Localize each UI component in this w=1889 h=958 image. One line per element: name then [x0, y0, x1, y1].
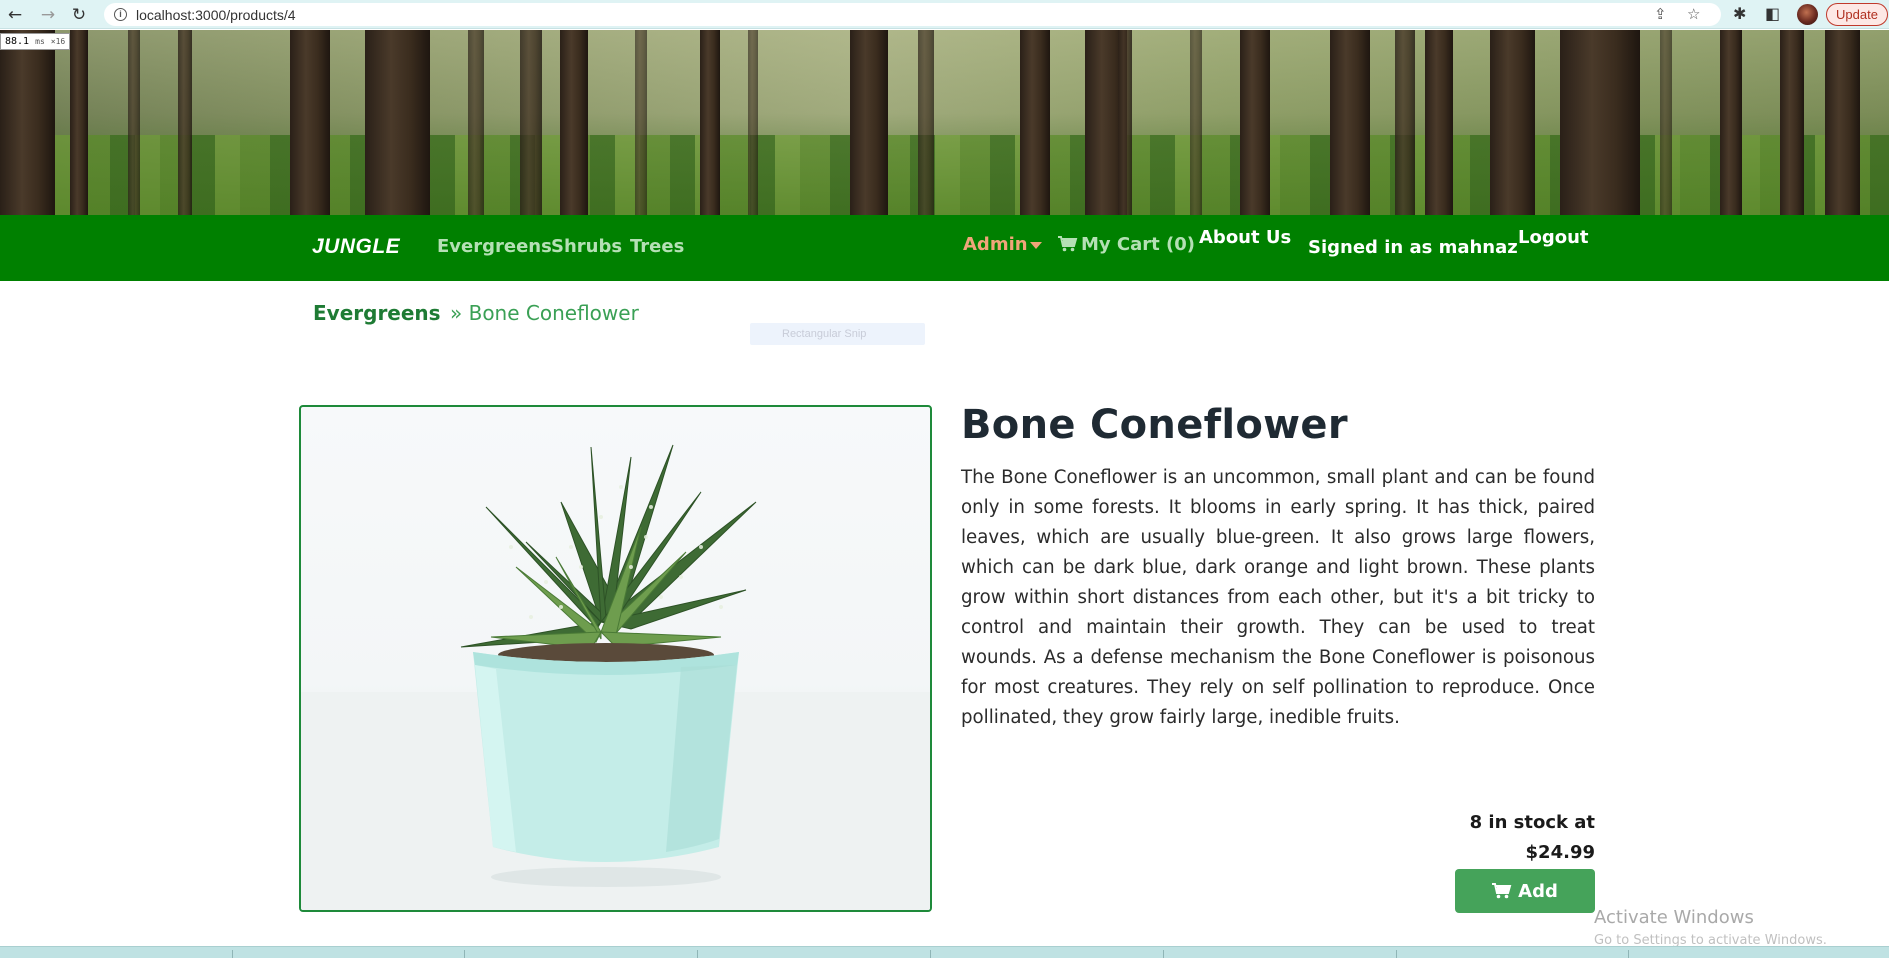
succulent-plant-image	[301, 444, 930, 910]
perf-value: 88.1	[5, 36, 30, 47]
caret-down-icon[interactable]	[1030, 242, 1042, 249]
main-navbar: JUNGLE Evergreens Shrubs Trees Admin My …	[0, 215, 1889, 281]
cart-icon	[1492, 883, 1512, 899]
perf-extra: ×16	[50, 37, 66, 46]
forward-icon[interactable]: →	[37, 4, 59, 26]
banner-trunk	[1190, 30, 1202, 215]
share-icon[interactable]: ⇪	[1654, 5, 1667, 23]
banner-trunk	[70, 30, 88, 215]
banner-trunk	[1720, 30, 1742, 215]
nav-link-shrubs[interactable]: Shrubs	[551, 236, 622, 257]
banner-trunk	[1118, 30, 1132, 215]
product-price: $24.99	[1525, 842, 1595, 863]
banner-trunk	[850, 30, 888, 215]
snip-tool-ghost: Rectangular Snip	[750, 323, 925, 345]
strip-divider	[1396, 950, 1397, 958]
banner-trunk	[700, 30, 720, 215]
strip-divider	[697, 950, 698, 958]
strip-divider	[930, 950, 931, 958]
product-title: Bone Coneflower	[961, 402, 1348, 448]
cart-icon[interactable]	[1058, 236, 1078, 252]
side-panel-icon[interactable]: ◧	[1765, 4, 1780, 23]
banner-trunk	[365, 30, 430, 215]
banner-trunk	[1020, 30, 1050, 215]
strip-divider	[464, 950, 465, 958]
brand-logo[interactable]: JUNGLE	[312, 235, 400, 259]
banner-trunk	[1825, 30, 1860, 215]
banner-trunk	[1490, 30, 1535, 215]
about-us-link[interactable]: About Us	[1199, 227, 1291, 248]
stock-count: 8 in stock at	[1469, 812, 1595, 833]
banner-trunk	[560, 30, 588, 215]
back-icon[interactable]: ←	[4, 4, 26, 26]
banner-trunk	[290, 30, 330, 215]
extensions-puzzle-icon[interactable]: ✱	[1733, 4, 1746, 23]
breadcrumb-category-link[interactable]: Evergreens	[313, 301, 441, 325]
banner-trunk	[1780, 30, 1804, 215]
nav-link-evergreens[interactable]: Evergreens	[437, 236, 552, 257]
banner-trunk	[520, 30, 542, 215]
banner-trunk	[0, 30, 55, 215]
address-bar[interactable]: i localhost:3000/products/4 ⇪ ☆	[104, 3, 1721, 26]
bottom-strip	[0, 946, 1889, 958]
perf-unit: ms	[35, 37, 45, 46]
nav-link-trees[interactable]: Trees	[630, 236, 684, 257]
reload-icon[interactable]: ↻	[68, 4, 90, 26]
admin-dropdown[interactable]: Admin	[963, 234, 1028, 255]
banner-trunk	[128, 30, 140, 215]
profile-avatar[interactable]	[1797, 4, 1818, 25]
product-description: The Bone Coneflower is an uncommon, smal…	[961, 467, 1595, 728]
hero-banner-image	[0, 30, 1889, 215]
windows-watermark-title: Activate Windows	[1594, 907, 1754, 928]
banner-trunk	[918, 30, 934, 215]
strip-divider	[1628, 950, 1629, 958]
banner-trunk	[635, 30, 647, 215]
add-button-label: Add	[1518, 880, 1558, 902]
site-info-icon[interactable]: i	[114, 8, 127, 21]
browser-update-button[interactable]: Update	[1826, 3, 1888, 26]
my-cart-link[interactable]: My Cart (0)	[1081, 234, 1195, 255]
strip-divider	[1163, 950, 1164, 958]
banner-trunk	[748, 30, 758, 215]
logout-link[interactable]: Logout	[1518, 227, 1589, 248]
strip-divider	[232, 950, 233, 958]
banner-trunk	[1240, 30, 1270, 215]
product-image	[299, 405, 932, 912]
signed-in-user: Signed in as mahnaz	[1308, 237, 1518, 258]
add-to-cart-button[interactable]: Add	[1455, 869, 1595, 913]
bookmark-star-icon[interactable]: ☆	[1687, 5, 1700, 23]
breadcrumb-current: » Bone Coneflower	[450, 301, 639, 325]
perf-overlay: 88.1 ms ×16	[0, 33, 71, 50]
banner-trunk	[178, 30, 192, 215]
banner-trunk	[1330, 30, 1370, 215]
url-text[interactable]: localhost:3000/products/4	[136, 7, 296, 23]
banner-trunk	[1560, 30, 1640, 215]
banner-trunk	[1425, 30, 1453, 215]
banner-trunk	[1395, 30, 1415, 215]
banner-trunk	[468, 30, 484, 215]
browser-toolbar: ← → ↻ i localhost:3000/products/4 ⇪ ☆ ✱ …	[0, 0, 1889, 29]
banner-trunk	[1660, 30, 1672, 215]
